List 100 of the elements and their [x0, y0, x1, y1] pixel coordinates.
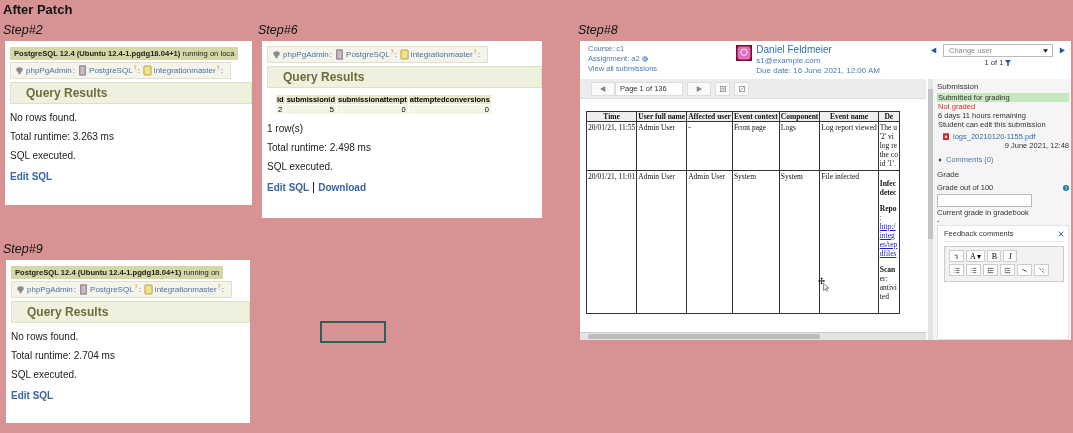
help-mark-icon[interactable]	[133, 284, 138, 290]
breadcrumb-link[interactable]: integrationmaster	[410, 50, 473, 59]
filter-icon[interactable]	[1005, 59, 1012, 66]
horizontal-scrollbar[interactable]	[580, 332, 926, 340]
help-mark-icon[interactable]	[216, 284, 221, 290]
server-icon	[78, 65, 88, 76]
database-icon	[143, 284, 153, 295]
move-cursor-icon	[818, 277, 830, 292]
step-label: Step#9	[3, 242, 44, 258]
result-text: No rows found.	[11, 331, 80, 342]
result-text: SQL executed.	[267, 161, 334, 172]
server-icon	[79, 284, 89, 295]
link-divider	[313, 182, 315, 193]
user-email-link[interactable]: s1@example.com	[756, 56, 880, 65]
editor-button[interactable]	[983, 264, 998, 276]
breadcrumb-link[interactable]: phpPgAdmin	[26, 66, 72, 75]
avatar-icon	[736, 45, 753, 61]
expand-triangle-icon	[939, 157, 942, 162]
user-name-link[interactable]: Daniel Feldmeier	[756, 44, 880, 55]
result-text: 1 row(s)	[267, 123, 305, 134]
unlink-icon	[1038, 266, 1045, 274]
result-text: SQL executed.	[10, 150, 77, 161]
right-triangle-icon	[696, 85, 702, 92]
sheet-heading: After Patch	[3, 2, 73, 17]
editor-button[interactable]	[1017, 264, 1032, 276]
breadcrumb-separator: :	[73, 285, 77, 294]
breadcrumb-separator: :	[220, 66, 223, 75]
vertical-scrollbar[interactable]	[928, 79, 933, 340]
breadcrumb-link[interactable]: integrationmaster	[153, 66, 216, 75]
next-user-icon[interactable]	[1059, 47, 1065, 54]
section-title-bar: Query Results	[10, 82, 252, 104]
result-text: Total runtime: 3.263 ms	[10, 131, 115, 142]
editor-button[interactable]	[949, 250, 964, 262]
help-mark-icon[interactable]	[472, 49, 477, 55]
format-button[interactable]: A ▾	[966, 250, 986, 262]
database-icon	[399, 49, 409, 60]
rotate-page-button[interactable]	[734, 81, 749, 96]
grade-input-field[interactable]	[937, 194, 1032, 207]
previous-user-icon[interactable]	[931, 47, 937, 54]
result-text: SQL executed.	[11, 369, 78, 380]
breadcrumb-link[interactable]: phpPgAdmin	[27, 285, 73, 294]
link-icon	[1021, 266, 1028, 274]
action-link[interactable]: Edit SQL	[10, 171, 53, 182]
result-text: No rows found.	[10, 112, 79, 123]
breadcrumb-separator: :	[137, 66, 140, 75]
action-link[interactable]: Download	[318, 182, 366, 193]
breadcrumb-link[interactable]: phpPgAdmin	[283, 50, 329, 59]
step-label: Step#6	[258, 23, 299, 39]
server-icon	[335, 49, 345, 60]
caret-icon	[1043, 48, 1048, 53]
section-title-bar: Query Results	[267, 66, 542, 88]
help-mark-icon[interactable]	[389, 49, 394, 55]
breadcrumb-link[interactable]: PostgreSQL	[90, 285, 134, 294]
outdent-icon	[987, 266, 994, 274]
step-label: Step#2	[3, 23, 44, 39]
elephant-icon	[16, 284, 25, 295]
left-triangle-icon	[600, 85, 606, 92]
fit-page-button[interactable]	[715, 81, 730, 96]
database-icon	[142, 65, 152, 76]
elephant-icon	[15, 65, 24, 76]
bullets-icon	[953, 266, 960, 274]
elephant-icon	[272, 49, 281, 60]
result-text: Total runtime: 2.498 ms	[267, 142, 372, 153]
editor-button[interactable]	[966, 264, 981, 276]
next-page-button[interactable]	[687, 81, 711, 96]
undo-icon	[953, 252, 960, 260]
section-title-bar: Query Results	[11, 301, 250, 323]
breadcrumb-link[interactable]: PostgreSQL	[346, 50, 390, 59]
breadcrumb-separator: :	[477, 50, 480, 59]
editor-button[interactable]	[949, 264, 964, 276]
action-link[interactable]: Edit SQL	[11, 390, 54, 401]
format-button[interactable]: I	[1003, 250, 1018, 262]
page-icon	[738, 85, 745, 92]
action-link[interactable]: Edit SQL	[267, 182, 310, 193]
step-label: Step#8	[578, 23, 619, 39]
pdf-file-icon	[943, 133, 949, 140]
editor-button[interactable]	[1034, 264, 1049, 276]
result-text: Total runtime: 2.704 ms	[11, 350, 116, 361]
breadcrumb-link[interactable]: PostgreSQL	[89, 66, 133, 75]
section-heading: Grade	[937, 170, 961, 179]
help-icon[interactable]	[1063, 184, 1069, 191]
breadcrumb-separator: :	[221, 285, 224, 294]
help-mark-icon[interactable]	[132, 65, 137, 71]
gear-icon[interactable]	[641, 55, 648, 62]
selected-cell-outline	[320, 321, 386, 343]
frame-icon	[719, 85, 726, 92]
breadcrumb-separator: :	[138, 285, 141, 294]
due-date-text: Due date: 16 June 2021, 12:00 AM	[756, 66, 880, 75]
breadcrumb-link[interactable]: integrationmaster	[154, 285, 217, 294]
indent-icon	[1004, 266, 1011, 274]
expand-arrows-icon[interactable]	[1058, 230, 1064, 237]
help-mark-icon[interactable]	[215, 65, 220, 71]
section-heading: Submission	[937, 82, 980, 91]
breadcrumb-separator: :	[329, 50, 333, 59]
previous-page-button[interactable]	[591, 81, 615, 96]
breadcrumb-separator: :	[72, 66, 76, 75]
editor-button[interactable]	[1000, 264, 1015, 276]
numbers-icon	[970, 266, 977, 274]
format-button[interactable]: B	[987, 250, 1002, 262]
breadcrumb-separator: :	[394, 50, 397, 59]
